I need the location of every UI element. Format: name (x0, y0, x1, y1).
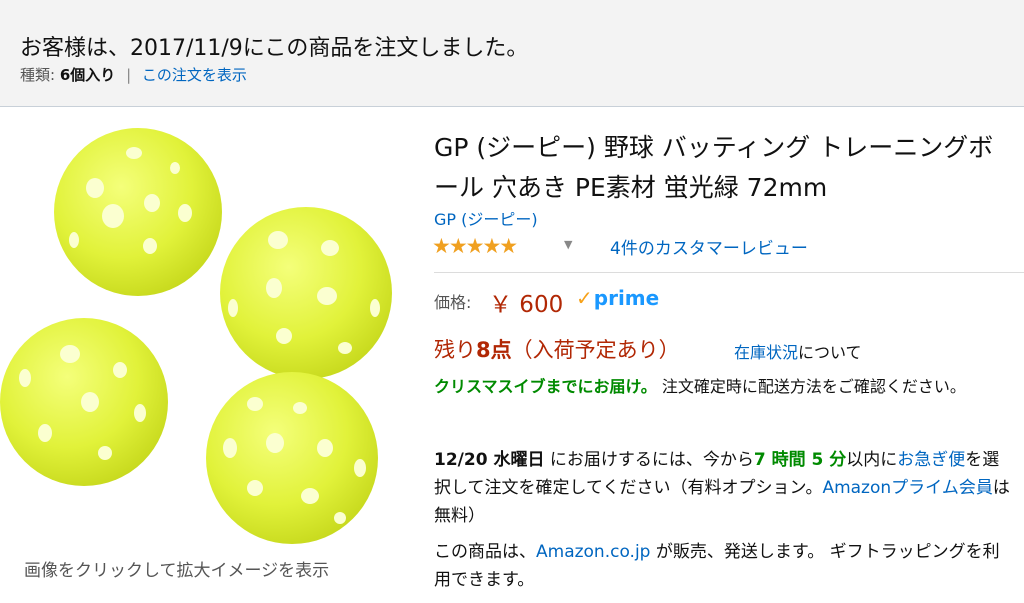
delivery-date: 12/20 水曜日 (434, 450, 545, 470)
order-notice: お客様は、2017/11/9にこの商品を注文しました。 (20, 36, 529, 61)
stock-suffix: （入荷予定あり） (511, 338, 680, 362)
kind-value: 6個入り (59, 66, 116, 84)
christmas-text: 注文確定時に配送方法をご確認ください。 (656, 377, 966, 396)
price-value: ￥ 600 (489, 292, 564, 318)
chevron-down-icon[interactable]: ▼ (564, 238, 572, 251)
kind-label: 種類: (20, 66, 56, 84)
ball (220, 207, 392, 379)
ball (54, 128, 222, 296)
stock-count: 8点 (476, 338, 512, 362)
delivery-countdown: 7 時間 5 分 (753, 450, 847, 470)
ball (0, 318, 168, 486)
price-label: 価格: (434, 293, 472, 312)
christmas-highlight: クリスマスイブまでにお届け。 (434, 377, 657, 396)
stock-prefix: 残り (434, 338, 476, 362)
prime-label: prime (593, 286, 660, 310)
rating-stars-icon[interactable]: ★★★★★ (432, 234, 518, 258)
balls-image[interactable] (0, 108, 420, 599)
view-order-link[interactable]: この注文を表示 (142, 66, 247, 84)
divider (434, 272, 1024, 273)
christmas-delivery-note: クリスマスイブまでにお届け。 注文確定時に配送方法をご確認ください。 (434, 374, 1014, 400)
product-image[interactable] (0, 108, 420, 599)
stock-status-link[interactable]: 在庫状況 (734, 343, 798, 362)
order-history-banner: お客様は、2017/11/9にこの商品を注文しました。 種類: 6個入り | こ… (0, 0, 1024, 107)
check-icon: ✓ (576, 286, 593, 310)
image-caption[interactable]: 画像をクリックして拡大イメージを表示 (24, 556, 329, 581)
amazon-prime-link[interactable]: Amazonプライム会員 (822, 478, 992, 498)
seller-text-1: この商品は、 (434, 542, 536, 562)
stock-link-suffix: について (798, 343, 862, 362)
delivery-text-2: 以内に (846, 450, 898, 470)
delivery-info: 12/20 水曜日 にお届けするには、今から7 時間 5 分以内にお急ぎ便を選択… (434, 446, 1014, 530)
delivery-text-1: にお届けするには、今から (544, 450, 754, 470)
order-meta: 種類: 6個入り | この注文を表示 (20, 64, 247, 85)
review-link[interactable]: 4件のカスタマーレビュー (610, 234, 808, 259)
seller-link[interactable]: Amazon.co.jp (536, 542, 650, 562)
product-title: GP (ジーピー) 野球 バッティング トレーニングボール 穴あき PE素材 蛍… (434, 133, 994, 202)
brand-link[interactable]: GP (ジーピー) (434, 206, 538, 230)
ball (206, 372, 378, 544)
stock-status: 残り8点（入荷予定あり） (434, 334, 680, 364)
seller-info: この商品は、Amazon.co.jp が販売、発送します。 ギフトラッピングを利… (434, 538, 1014, 594)
separator: | (126, 66, 132, 84)
stock-info: 在庫状況について (734, 339, 862, 363)
rush-delivery-link[interactable]: お急ぎ便 (897, 450, 965, 470)
prime-badge: ✓prime (576, 286, 659, 310)
